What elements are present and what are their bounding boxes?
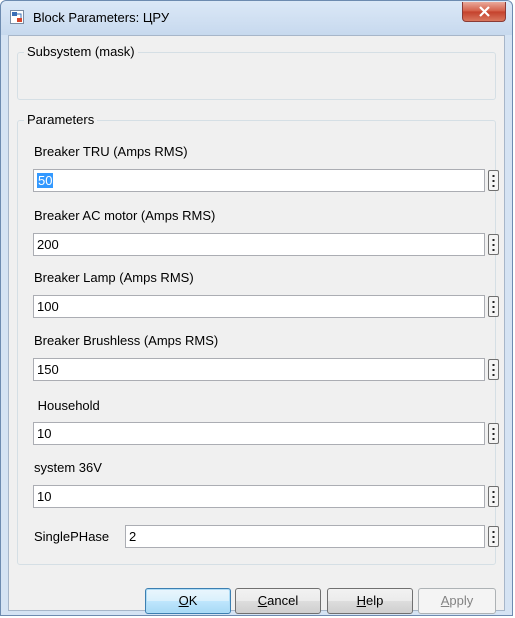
param-label-breaker-brushless: Breaker Brushless (Amps RMS) [34, 333, 219, 348]
param-menu-button-household[interactable] [488, 423, 499, 444]
apply-button: Apply [418, 588, 496, 614]
param-menu-button-singlephase[interactable] [488, 526, 499, 547]
param-menu-button-breaker-ac-motor[interactable] [488, 234, 499, 255]
param-label-system-36v: system 36V [34, 460, 102, 475]
param-menu-button-breaker-lamp[interactable] [488, 296, 499, 317]
simulink-block-icon [10, 10, 24, 24]
param-label-breaker-tru: Breaker TRU (Amps RMS) [34, 144, 188, 159]
help-mnemonic: H [356, 593, 367, 608]
dialog-window: Block Parameters: ЦРУ Subsystem (mask) P… [0, 0, 513, 616]
window-title: Block Parameters: ЦРУ [33, 10, 170, 25]
param-input-breaker-tru[interactable]: 50 [33, 169, 485, 192]
title-bar[interactable]: Block Parameters: ЦРУ [1, 1, 512, 35]
help-label-rest: elp [366, 593, 384, 608]
vertical-ellipsis-icon [492, 428, 495, 440]
vertical-ellipsis-icon [492, 239, 495, 251]
param-label-singlephase: SinglePHase [34, 529, 110, 544]
vertical-ellipsis-icon [492, 364, 495, 376]
vertical-ellipsis-icon [492, 175, 495, 187]
param-label-breaker-ac-motor: Breaker AC motor (Amps RMS) [34, 208, 216, 223]
cancel-label-rest: ancel [267, 593, 299, 608]
ok-mnemonic: O [178, 593, 189, 608]
param-input-system-36v[interactable]: 10 [33, 485, 485, 508]
mask-group-label: Subsystem (mask) [24, 44, 138, 59]
parameters-group-label: Parameters [24, 112, 98, 127]
cancel-mnemonic: C [257, 593, 268, 608]
cancel-button[interactable]: Cancel [235, 588, 321, 614]
ok-label-rest: K [188, 593, 198, 608]
param-input-breaker-lamp[interactable]: 100 [33, 295, 485, 318]
param-menu-button-breaker-tru[interactable] [488, 170, 499, 191]
close-icon [479, 6, 490, 17]
vertical-ellipsis-icon [492, 491, 495, 503]
mask-description-group: Subsystem (mask) [17, 44, 496, 100]
selected-value: 50 [37, 173, 54, 188]
close-button[interactable] [462, 2, 506, 22]
dialog-body: Subsystem (mask) Parameters Breaker TRU … [8, 35, 505, 614]
apply-label-rest: pply [449, 593, 474, 608]
param-label-household: Household [34, 398, 100, 413]
param-menu-button-breaker-brushless[interactable] [488, 359, 499, 380]
param-input-household[interactable]: 10 [33, 422, 485, 445]
ok-button[interactable]: OK [145, 588, 231, 614]
param-menu-button-system-36v[interactable] [488, 486, 499, 507]
vertical-ellipsis-icon [492, 531, 495, 543]
vertical-ellipsis-icon [492, 301, 495, 313]
param-input-breaker-brushless[interactable]: 150 [33, 358, 485, 381]
param-label-breaker-lamp: Breaker Lamp (Amps RMS) [34, 270, 194, 285]
param-input-breaker-ac-motor[interactable]: 200 [33, 233, 485, 256]
help-button[interactable]: Help [327, 588, 413, 614]
param-input-singlephase[interactable]: 2 [125, 525, 485, 548]
